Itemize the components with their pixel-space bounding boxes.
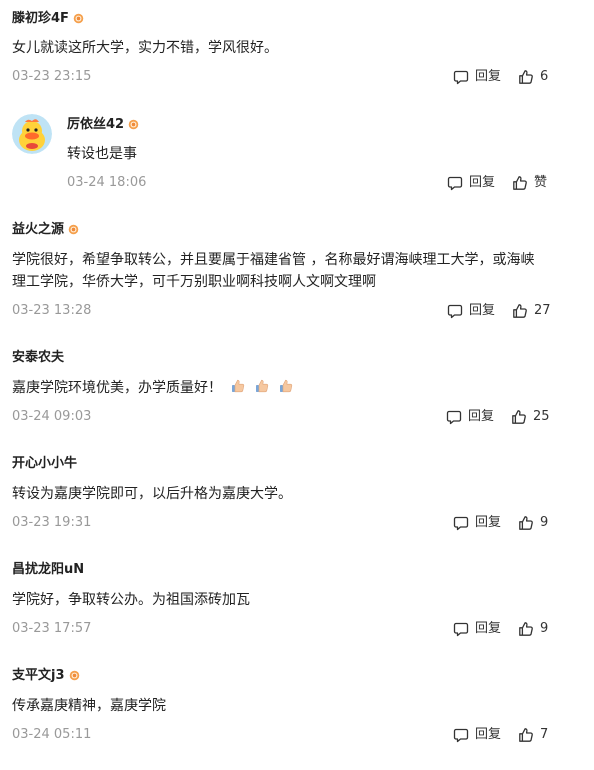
comment-text: 学院好，争取转公办。为祖国添砖加瓦 <box>12 592 250 608</box>
username[interactable]: 滕初珍4F <box>12 11 84 27</box>
like-count: 赞 <box>534 175 548 190</box>
like-button[interactable]: 7 <box>518 727 548 743</box>
comment-bubble-icon <box>447 303 463 319</box>
comment-time: 03-24 09:03 <box>12 409 92 424</box>
duck-avatar-icon <box>12 114 52 154</box>
comment-time: 03-23 19:31 <box>12 515 92 530</box>
reply-button[interactable]: 回复 <box>447 303 495 319</box>
comment-time: 03-23 13:28 <box>12 303 92 318</box>
reply-button[interactable]: 回复 <box>453 621 501 637</box>
thumbs-up-icon <box>511 409 527 425</box>
like-count: 9 <box>540 515 549 530</box>
like-count: 7 <box>540 727 549 742</box>
username[interactable]: 厉依丝42 <box>67 117 139 133</box>
reply-button[interactable]: 回复 <box>453 69 501 85</box>
comment-bubble-icon <box>453 69 469 85</box>
like-button[interactable]: 6 <box>518 69 548 85</box>
comment-time: 03-24 05:11 <box>12 727 92 742</box>
thumbs-up-icon <box>518 727 534 743</box>
level-badge-icon <box>73 13 84 24</box>
comment-text-line-1: 学院很好，希望争取转公，并且要属于福建省管 ，名称最好谓海峡理工大学，或海峡 <box>12 252 535 268</box>
comment-bubble-icon <box>453 515 469 531</box>
username[interactable]: 昌扰龙阳uN <box>12 562 84 578</box>
comment-bubble-icon <box>453 727 469 743</box>
reply-button[interactable]: 回复 <box>447 175 495 191</box>
reply-button[interactable]: 回复 <box>453 515 501 531</box>
comment-text: 嘉庚学院环境优美，办学质量好！ <box>12 380 222 396</box>
thumbs-up-icon <box>518 515 534 531</box>
comment-bubble-icon <box>447 175 463 191</box>
thumbs-up-icon <box>512 303 528 319</box>
level-badge-icon <box>68 224 79 235</box>
reply-button[interactable]: 回复 <box>453 727 501 743</box>
comment-text-wrap: 嘉庚学院环境优美，办学质量好！ <box>12 377 294 399</box>
comment-time: 03-24 18:06 <box>67 175 147 190</box>
username[interactable]: 支平文j3 <box>12 668 80 684</box>
username[interactable]: 开心小小牛 <box>12 456 77 472</box>
like-count: 25 <box>533 409 550 424</box>
like-count: 9 <box>540 621 549 636</box>
thumbs-up-emoji-icon <box>278 378 294 394</box>
avatar[interactable] <box>12 114 52 154</box>
comment-text: 转设为嘉庚学院即可，以后升格为嘉庚大学。 <box>12 486 292 502</box>
username[interactable]: 益火之源 <box>12 222 79 238</box>
like-button[interactable]: 9 <box>518 621 548 637</box>
thumbs-up-icon <box>518 621 534 637</box>
comment-text: 转设也是事 <box>67 146 137 162</box>
level-badge-icon <box>128 119 139 130</box>
comment-text: 传承嘉庚精神，嘉庚学院 <box>12 698 166 714</box>
level-badge-icon <box>69 670 80 681</box>
thumbs-up-icon <box>518 69 534 85</box>
thumbs-up-emoji-icon <box>230 378 246 394</box>
comment-bubble-icon <box>446 409 462 425</box>
like-button[interactable]: 25 <box>511 409 550 425</box>
username[interactable]: 安泰农夫 <box>12 350 64 366</box>
thumbs-up-icon <box>512 175 528 191</box>
comment-time: 03-23 23:15 <box>12 69 92 84</box>
like-button[interactable]: 27 <box>512 303 551 319</box>
like-count: 27 <box>534 303 551 318</box>
reply-button[interactable]: 回复 <box>446 409 494 425</box>
like-button[interactable]: 9 <box>518 515 548 531</box>
comment-text: 女儿就读这所大学，实力不错，学风很好。 <box>12 40 278 56</box>
like-button[interactable]: 赞 <box>512 175 547 191</box>
comment-text-line-2: 理工学院，华侨大学，可千万别职业啊科技啊人文啊文理啊 <box>12 274 376 290</box>
comment-time: 03-23 17:57 <box>12 621 92 636</box>
comment-bubble-icon <box>453 621 469 637</box>
thumbs-up-emoji-icon <box>254 378 270 394</box>
like-count: 6 <box>540 69 549 84</box>
